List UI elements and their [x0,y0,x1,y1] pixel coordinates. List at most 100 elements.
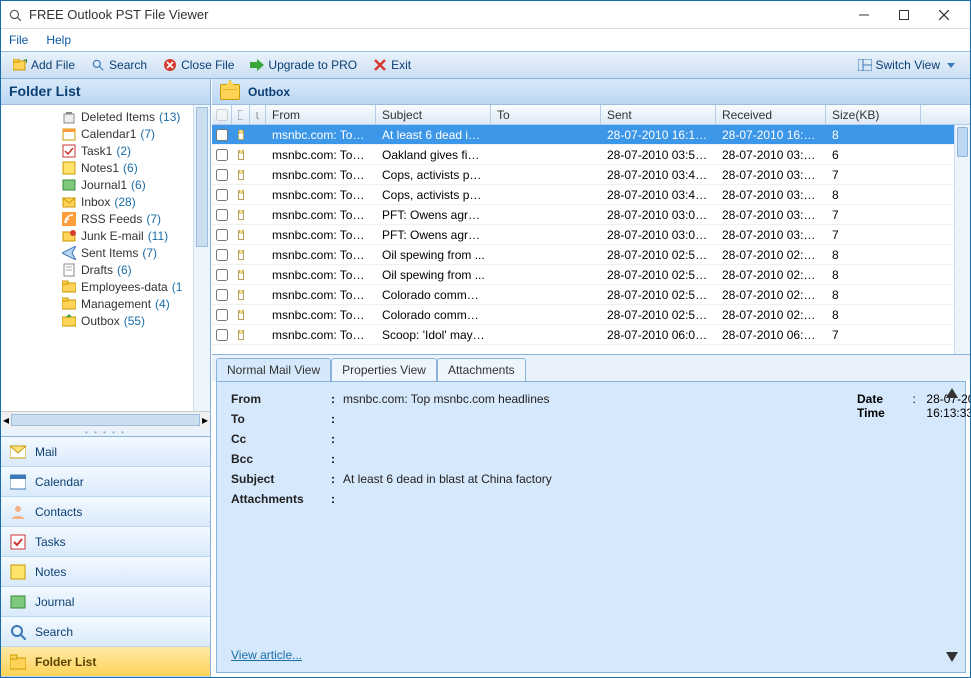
row-checkbox[interactable] [216,149,228,161]
folder-tree[interactable]: Deleted Items (13)Calendar1 (7)Task1 (2)… [1,105,210,411]
label-to: To [231,412,331,426]
nav-notes[interactable]: Notes [1,557,210,587]
maximize-button[interactable] [884,3,924,27]
tree-scrollbar[interactable] [193,105,210,411]
row-checkbox[interactable] [216,309,228,321]
upgrade-button[interactable]: Upgrade to PRO [244,56,363,74]
mail-row[interactable]: msnbc.com: Top m...At least 6 dead in ..… [212,125,970,145]
tab-attachments[interactable]: Attachments [437,358,526,381]
folder-icon [61,279,77,295]
add-file-button[interactable]: +Add File [7,56,81,74]
col-received[interactable]: Received [716,105,826,124]
scroll-down-icon[interactable] [946,652,958,662]
nav-search[interactable]: Search [1,617,210,647]
row-checkbox[interactable] [216,189,228,201]
grid-body[interactable]: msnbc.com: Top m...At least 6 dead in ..… [212,125,970,354]
tree-hscroll[interactable]: ◂ ▸ [1,411,210,428]
preview-scrollbar[interactable] [943,382,961,668]
folder-employees-data[interactable]: Employees-data (1 [1,278,210,295]
journal-icon [9,593,27,611]
menu-file[interactable]: File [9,33,28,47]
folder-management[interactable]: Management (4) [1,295,210,312]
col-size[interactable]: Size(KB) [826,105,921,124]
main-area: Folder List Deleted Items (13)Calendar1 … [1,79,970,677]
switch-view-button[interactable]: Switch View [852,56,964,74]
row-checkbox[interactable] [216,229,228,241]
folder-inbox[interactable]: Inbox (28) [1,193,210,210]
mail-row[interactable]: msnbc.com: Top m...Cops, activists pre..… [212,165,970,185]
label-subject: Subject [231,472,331,486]
search-button[interactable]: Search [85,56,153,74]
row-checkbox[interactable] [216,129,228,141]
folder-outbox[interactable]: Outbox (55) [1,312,210,329]
folder-drafts[interactable]: Drafts (6) [1,261,210,278]
folder-calendar1[interactable]: Calendar1 (7) [1,125,210,142]
mail-row[interactable]: msnbc.com: Top m...Oil spewing from ...2… [212,265,970,285]
folder-sent-items[interactable]: Sent Items (7) [1,244,210,261]
folder-icon [9,653,27,671]
row-checkbox[interactable] [216,209,228,221]
row-checkbox[interactable] [216,169,228,181]
col-attachment[interactable] [250,105,266,124]
mail-icon [232,330,250,340]
grid-header: From Subject To Sent Received Size(KB) [212,105,970,125]
row-checkbox[interactable] [216,329,228,341]
scroll-up-icon[interactable] [946,388,958,398]
label-bcc: Bcc [231,452,331,466]
mail-row[interactable]: msnbc.com: Top m...PFT: Owens agrees...2… [212,205,970,225]
col-checkbox[interactable] [212,105,232,124]
row-checkbox[interactable] [216,269,228,281]
nav-mail[interactable]: Mail [1,437,210,467]
mail-icon [232,270,250,280]
splitter-grip[interactable]: • • • • • [1,428,210,436]
label-from: From [231,392,331,406]
row-checkbox[interactable] [216,289,228,301]
sent-icon [61,245,77,261]
folder-icon [61,296,77,312]
nav-folder-list[interactable]: Folder List [1,647,210,677]
tab-properties-view[interactable]: Properties View [331,358,437,381]
mail-row[interactable]: msnbc.com: Top m...Cops, activists pre..… [212,185,970,205]
mail-row[interactable]: msnbc.com: Top m...Oakland gives fina...… [212,145,970,165]
mail-row[interactable]: msnbc.com: Top m...Colorado commoti...28… [212,285,970,305]
menu-help[interactable]: Help [46,33,71,47]
scroll-left-icon[interactable]: ◂ [3,413,9,427]
folder-deleted-items[interactable]: Deleted Items (13) [1,108,210,125]
view-article-link[interactable]: View article... [231,618,951,662]
folder-task1[interactable]: Task1 (2) [1,142,210,159]
nav-calendar[interactable]: Calendar [1,467,210,497]
mail-row[interactable]: msnbc.com: Top m...Oil spewing from ...2… [212,245,970,265]
toolbar: +Add File Search Close File Upgrade to P… [1,51,970,79]
grid-scrollbar[interactable] [954,125,970,354]
folder-plus-icon: + [13,58,27,72]
nav-contacts[interactable]: Contacts [1,497,210,527]
mail-icon [232,290,250,300]
notes-icon [9,563,27,581]
tab-normal-view[interactable]: Normal Mail View [216,358,331,381]
close-file-button[interactable]: Close File [157,56,240,74]
exit-button[interactable]: Exit [367,56,417,74]
svg-text:+: + [23,59,27,67]
col-sent[interactable]: Sent [601,105,716,124]
minimize-button[interactable] [844,3,884,27]
nav-tasks[interactable]: Tasks [1,527,210,557]
folder-notes1[interactable]: Notes1 (6) [1,159,210,176]
col-icon[interactable] [232,105,250,124]
folder-rss-feeds[interactable]: RSS Feeds (7) [1,210,210,227]
folder-journal1[interactable]: Journal1 (6) [1,176,210,193]
label-cc: Cc [231,432,331,446]
mail-row[interactable]: msnbc.com: Top m...PFT: Owens agrees...2… [212,225,970,245]
search-icon [9,623,27,641]
close-button[interactable] [924,3,964,27]
row-checkbox[interactable] [216,249,228,261]
arrow-right-icon [250,58,264,72]
window-title: FREE Outlook PST File Viewer [29,7,844,22]
folder-junk-e-mail[interactable]: Junk E-mail (11) [1,227,210,244]
col-from[interactable]: From [266,105,376,124]
mail-row[interactable]: msnbc.com: Top m...Colorado commoti...28… [212,305,970,325]
scroll-right-icon[interactable]: ▸ [202,413,208,427]
mail-row[interactable]: msnbc.com: Top m...Scoop: 'Idol' may ...… [212,325,970,345]
nav-journal[interactable]: Journal [1,587,210,617]
col-to[interactable]: To [491,105,601,124]
col-subject[interactable]: Subject [376,105,491,124]
